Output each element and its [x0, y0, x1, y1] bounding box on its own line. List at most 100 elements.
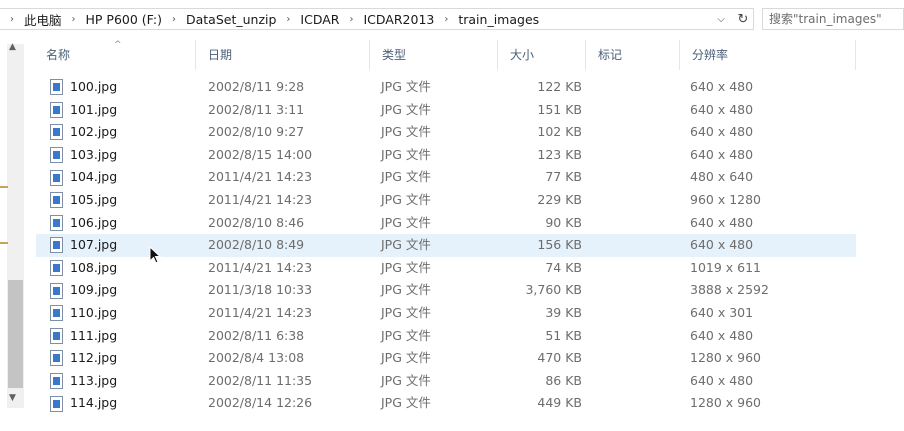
file-size: 123 KB: [537, 146, 582, 162]
file-name-cell[interactable]: 113.jpg: [50, 370, 117, 393]
file-name-cell[interactable]: 109.jpg: [50, 279, 117, 302]
file-size: 90 KB: [545, 214, 582, 230]
file-name: 102.jpg: [70, 124, 118, 140]
file-name-cell[interactable]: 105.jpg: [50, 189, 117, 212]
file-row[interactable]: 111.jpg 2002/8/11 6:38 JPG 文件 51 KB 640 x 48…: [36, 325, 856, 348]
file-name-cell[interactable]: 107.jpg: [50, 234, 117, 257]
column-headers: ^ 名称 日期 类型 大小 标记 分辨率: [36, 40, 856, 70]
column-header-type[interactable]: 类型: [372, 40, 498, 70]
file-name-cell[interactable]: 104.jpg: [50, 166, 117, 189]
jpg-file-icon: [50, 373, 63, 390]
file-type: JPG 文件: [381, 304, 431, 320]
column-header-dimensions[interactable]: 分辨率: [682, 40, 856, 70]
file-row[interactable]: 103.jpg 2002/8/15 14:00 JPG 文件 123 KB 640 x …: [36, 144, 856, 167]
file-name-cell[interactable]: 111.jpg: [50, 325, 117, 348]
file-name: 108.jpg: [70, 259, 118, 275]
jpg-file-icon: [50, 124, 63, 141]
column-header-name[interactable]: 名称: [36, 40, 196, 70]
file-name-cell[interactable]: 100.jpg: [50, 76, 117, 99]
scroll-down-icon[interactable]: ▼: [9, 393, 16, 403]
file-name-cell[interactable]: 108.jpg: [50, 257, 117, 280]
file-dimensions: 640 x 480: [690, 237, 754, 253]
file-size: 39 KB: [545, 304, 582, 320]
file-name: 103.jpg: [70, 146, 118, 162]
chevron-down-icon[interactable]: ⌵: [712, 8, 730, 30]
file-dimensions: 1280 x 960: [690, 395, 762, 411]
breadcrumb-this-pc[interactable]: 此电脑: [24, 10, 62, 29]
file-type: JPG 文件: [381, 395, 431, 411]
file-date: 2002/8/10 8:46: [208, 214, 305, 230]
jpg-file-icon: [50, 79, 63, 96]
address-bar-region: › 此电脑 › HP P600 (F:) › DataSet_unzip › I…: [0, 0, 904, 38]
chevron-right-icon[interactable]: ›: [10, 14, 14, 25]
file-row[interactable]: 113.jpg 2002/8/11 11:35 JPG 文件 86 KB 640 x 4…: [36, 370, 856, 393]
file-name-cell[interactable]: 101.jpg: [50, 99, 117, 122]
jpg-file-icon: [50, 327, 63, 344]
jpg-file-icon: [50, 101, 63, 118]
nav-item-fragment: [0, 186, 8, 188]
file-name-cell[interactable]: 112.jpg: [50, 347, 117, 370]
search-input[interactable]: 搜索"train_images": [762, 8, 904, 30]
file-name-cell[interactable]: 103.jpg: [50, 144, 117, 167]
file-type: JPG 文件: [381, 191, 431, 207]
jpg-file-icon: [50, 169, 63, 186]
breadcrumb-icdar2013[interactable]: ICDAR2013: [363, 12, 434, 27]
file-row[interactable]: 110.jpg 2011/4/21 14:23 JPG 文件 39 KB 640 x 3…: [36, 302, 856, 325]
address-bar[interactable]: › 此电脑 › HP P600 (F:) › DataSet_unzip › I…: [0, 8, 754, 30]
refresh-icon[interactable]: ↻: [733, 8, 753, 30]
nav-scrollbar-thumb[interactable]: [8, 280, 23, 388]
file-size: 122 KB: [537, 79, 582, 94]
jpg-file-icon: [50, 282, 63, 299]
file-date: 2011/4/21 14:23: [208, 169, 313, 185]
file-row[interactable]: 106.jpg 2002/8/10 8:46 JPG 文件 90 KB 640 x 48…: [36, 212, 856, 235]
mouse-cursor-icon: [149, 246, 162, 264]
breadcrumb-icdar[interactable]: ICDAR: [300, 12, 339, 27]
file-name-cell[interactable]: 114.jpg: [50, 392, 117, 415]
file-type: JPG 文件: [381, 350, 431, 366]
file-date: 2002/8/11 6:38: [208, 327, 305, 343]
chevron-right-icon[interactable]: ›: [349, 14, 353, 25]
file-name: 112.jpg: [70, 350, 118, 366]
file-dimensions: 1280 x 960: [690, 350, 762, 366]
file-name-cell[interactable]: 110.jpg: [50, 302, 117, 325]
file-type: JPG 文件: [381, 79, 431, 94]
breadcrumb-drive[interactable]: HP P600 (F:): [86, 12, 162, 27]
file-row[interactable]: 102.jpg 2002/8/10 9:27 JPG 文件 102 KB 640 x 4…: [36, 121, 856, 144]
breadcrumb-dataset-unzip[interactable]: DataSet_unzip: [186, 12, 276, 27]
file-row[interactable]: 112.jpg 2002/8/4 13:08 JPG 文件 470 KB 1280 x …: [36, 347, 856, 370]
file-row[interactable]: 105.jpg 2011/4/21 14:23 JPG 文件 229 KB 960 x …: [36, 189, 856, 212]
file-name-cell[interactable]: 106.jpg: [50, 212, 117, 235]
file-row[interactable]: 114.jpg 2002/8/14 12:26 JPG 文件 449 KB 1280 x…: [36, 392, 856, 415]
breadcrumb-train-images[interactable]: train_images: [458, 12, 539, 27]
file-name-cell[interactable]: 102.jpg: [50, 121, 117, 144]
chevron-right-icon[interactable]: ›: [72, 14, 76, 25]
file-row[interactable]: 101.jpg 2002/8/11 3:11 JPG 文件 151 KB 640 x 4…: [36, 99, 856, 122]
column-header-size[interactable]: 大小: [500, 40, 586, 70]
chevron-right-icon[interactable]: ›: [444, 14, 448, 25]
file-type: JPG 文件: [381, 259, 431, 275]
file-size: 156 KB: [537, 237, 582, 253]
file-type: JPG 文件: [381, 169, 431, 185]
jpg-file-icon: [50, 214, 63, 231]
file-row[interactable]: 109.jpg 2011/3/18 10:33 JPG 文件 3,760 KB 3888…: [36, 279, 856, 302]
column-header-tags[interactable]: 标记: [588, 40, 680, 70]
file-date: 2002/8/11 9:28: [208, 79, 305, 94]
file-size: 86 KB: [545, 372, 582, 388]
file-dimensions: 480 x 640: [690, 169, 754, 185]
file-date: 2002/8/14 12:26: [208, 395, 313, 411]
file-row[interactable]: 104.jpg 2011/4/21 14:23 JPG 文件 77 KB 480 x 6…: [36, 166, 856, 189]
file-name: 114.jpg: [70, 395, 118, 411]
scroll-up-icon[interactable]: ▲: [9, 42, 16, 52]
chevron-right-icon[interactable]: ›: [172, 14, 176, 25]
file-date: 2011/3/18 10:33: [208, 282, 313, 298]
file-date: 2002/8/10 8:49: [208, 237, 305, 253]
chevron-right-icon[interactable]: ›: [286, 14, 290, 25]
file-dimensions: 960 x 1280: [690, 191, 762, 207]
column-header-date[interactable]: 日期: [198, 40, 370, 70]
file-name: 107.jpg: [70, 237, 118, 253]
file-row[interactable]: 100.jpg 2002/8/11 9:28 JPG 文件 122 KB 640 x 4…: [36, 76, 856, 99]
file-size: 74 KB: [545, 259, 582, 275]
file-size: 102 KB: [537, 124, 582, 140]
file-name: 109.jpg: [70, 282, 118, 298]
file-date: 2011/4/21 14:23: [208, 191, 313, 207]
